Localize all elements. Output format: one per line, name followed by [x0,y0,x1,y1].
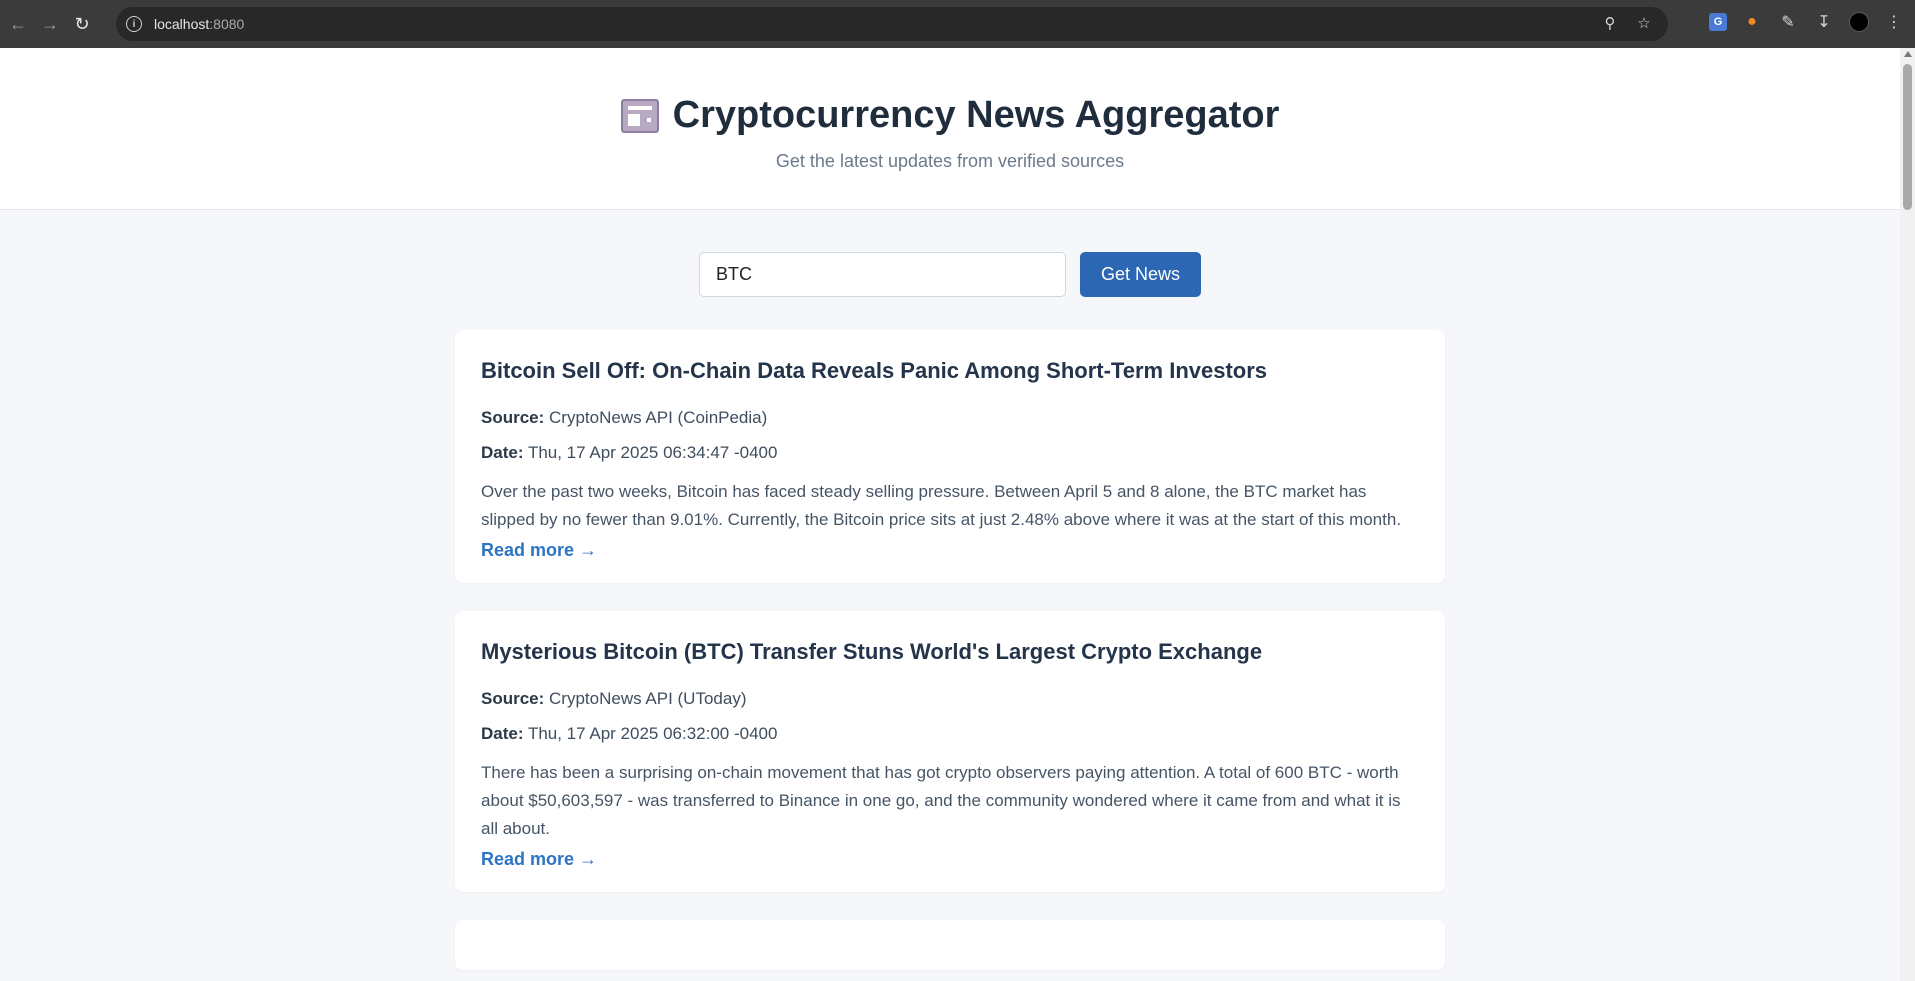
date-label: Date: [481,724,524,743]
browser-toolbar: ← → ↻ i localhost:8080 ⚲ ☆ G ● ✎ ↧ ⋮ [0,0,1915,48]
url-text[interactable]: localhost:8080 [154,16,244,32]
scroll-up-arrow-icon[interactable] [1904,51,1912,57]
get-news-button[interactable]: Get News [1080,252,1201,297]
site-info-icon[interactable]: i [126,16,142,32]
news-card: Mysterious Bitcoin (BTC) Transfer Stuns … [455,611,1445,892]
news-card [455,920,1445,970]
article-source: Source: CryptoNews API (UToday) [481,689,1419,709]
newspaper-icon [620,98,659,133]
news-card: Bitcoin Sell Off: On-Chain Data Reveals … [455,330,1445,583]
read-more-link[interactable]: Read more → [481,849,597,869]
puzzle-icon[interactable]: ✎ [1777,11,1799,33]
source-label: Source: [481,408,545,427]
search-bar: Get News [0,252,1900,297]
fox-extension-icon[interactable]: ● [1741,11,1763,33]
source-value: CryptoNews API (CoinPedia) [549,408,768,427]
source-label: Source: [481,689,545,708]
article-date: Date: Thu, 17 Apr 2025 06:34:47 -0400 [481,443,1419,463]
article-description: There has been a surprising on-chain mov… [481,763,1401,838]
zoom-icon[interactable]: ⚲ [1600,14,1620,32]
forward-arrow-icon[interactable]: → [36,10,64,38]
star-icon[interactable]: ☆ [1634,14,1654,32]
article-source: Source: CryptoNews API (CoinPedia) [481,408,1419,428]
translate-icon[interactable]: G [1709,13,1727,31]
search-input[interactable] [699,252,1066,297]
url-port: :8080 [209,16,245,32]
news-list: Bitcoin Sell Off: On-Chain Data Reveals … [455,330,1445,970]
source-value: CryptoNews API (UToday) [549,689,747,708]
article-title: Bitcoin Sell Off: On-Chain Data Reveals … [481,358,1268,383]
url-host: localhost [154,16,210,32]
page-content: Cryptocurrency News Aggregator Get the l… [0,48,1900,981]
scrollbar-thumb[interactable] [1903,64,1912,210]
article-description: Over the past two weeks, Bitcoin has fac… [481,482,1402,529]
article-date: Date: Thu, 17 Apr 2025 06:32:00 -0400 [481,724,1419,744]
address-bar[interactable]: i localhost:8080 ⚲ ☆ [116,7,1668,41]
date-label: Date: [481,443,524,462]
back-arrow-icon[interactable]: ← [4,10,32,38]
date-value: Thu, 17 Apr 2025 06:34:47 -0400 [527,443,778,462]
article-title: Mysterious Bitcoin (BTC) Transfer Stuns … [481,639,1263,664]
download-icon[interactable]: ↧ [1813,11,1835,33]
page-title: Cryptocurrency News Aggregator [672,94,1280,136]
menu-icon[interactable]: ⋮ [1883,11,1905,33]
profile-avatar[interactable] [1849,12,1869,32]
date-value: Thu, 17 Apr 2025 06:32:00 -0400 [527,724,778,743]
reload-icon[interactable]: ↻ [68,10,96,38]
page-subtitle: Get the latest updates from verified sou… [775,151,1125,171]
site-header: Cryptocurrency News Aggregator Get the l… [0,48,1900,210]
read-more-link[interactable]: Read more → [481,540,597,560]
